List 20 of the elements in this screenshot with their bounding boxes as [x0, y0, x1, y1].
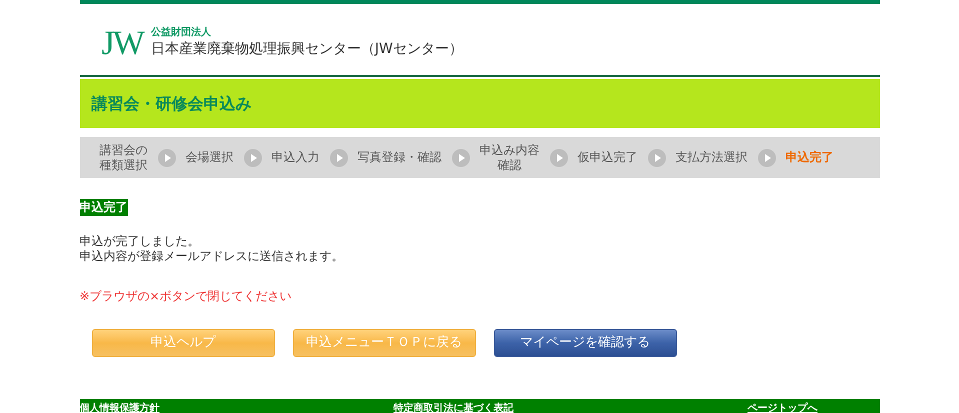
footer-link[interactable]: 特定商取引法に基づく表記: [394, 400, 514, 413]
message-text: 申込内容が登録メールアドレスに送信されます。: [80, 249, 344, 264]
step-label: 講習会の 種類選択: [100, 142, 148, 172]
mypage-button[interactable]: マイページを確認する: [494, 329, 676, 357]
step-label: 会場選択: [186, 150, 234, 165]
organization-name: 日本産業廃棄物処理振興センター（JWセンター）: [150, 40, 463, 58]
page-title: 講習会・研修会申込み: [92, 92, 252, 114]
footer-link[interactable]: ページトップへ: [748, 400, 818, 413]
footer-link[interactable]: 個人情報保護方針: [80, 400, 160, 413]
step-label: 写真登録・確認: [358, 150, 442, 165]
notice-text: ※ブラウザの×ボタンで閉じてください: [80, 289, 292, 303]
step-label: 申込完了: [786, 150, 834, 165]
section-badge: 申込完了: [80, 199, 128, 216]
logo: JW: [102, 26, 143, 60]
message-text: 申込が完了しました。: [80, 234, 200, 249]
organization-type: 公益財団法人: [150, 26, 212, 40]
step-label: 仮申込完了: [578, 150, 638, 165]
step-label: 申込み内容 確認: [480, 142, 540, 172]
step-label: 支払方法選択: [676, 150, 748, 165]
step-label: 申込入力: [272, 150, 320, 165]
